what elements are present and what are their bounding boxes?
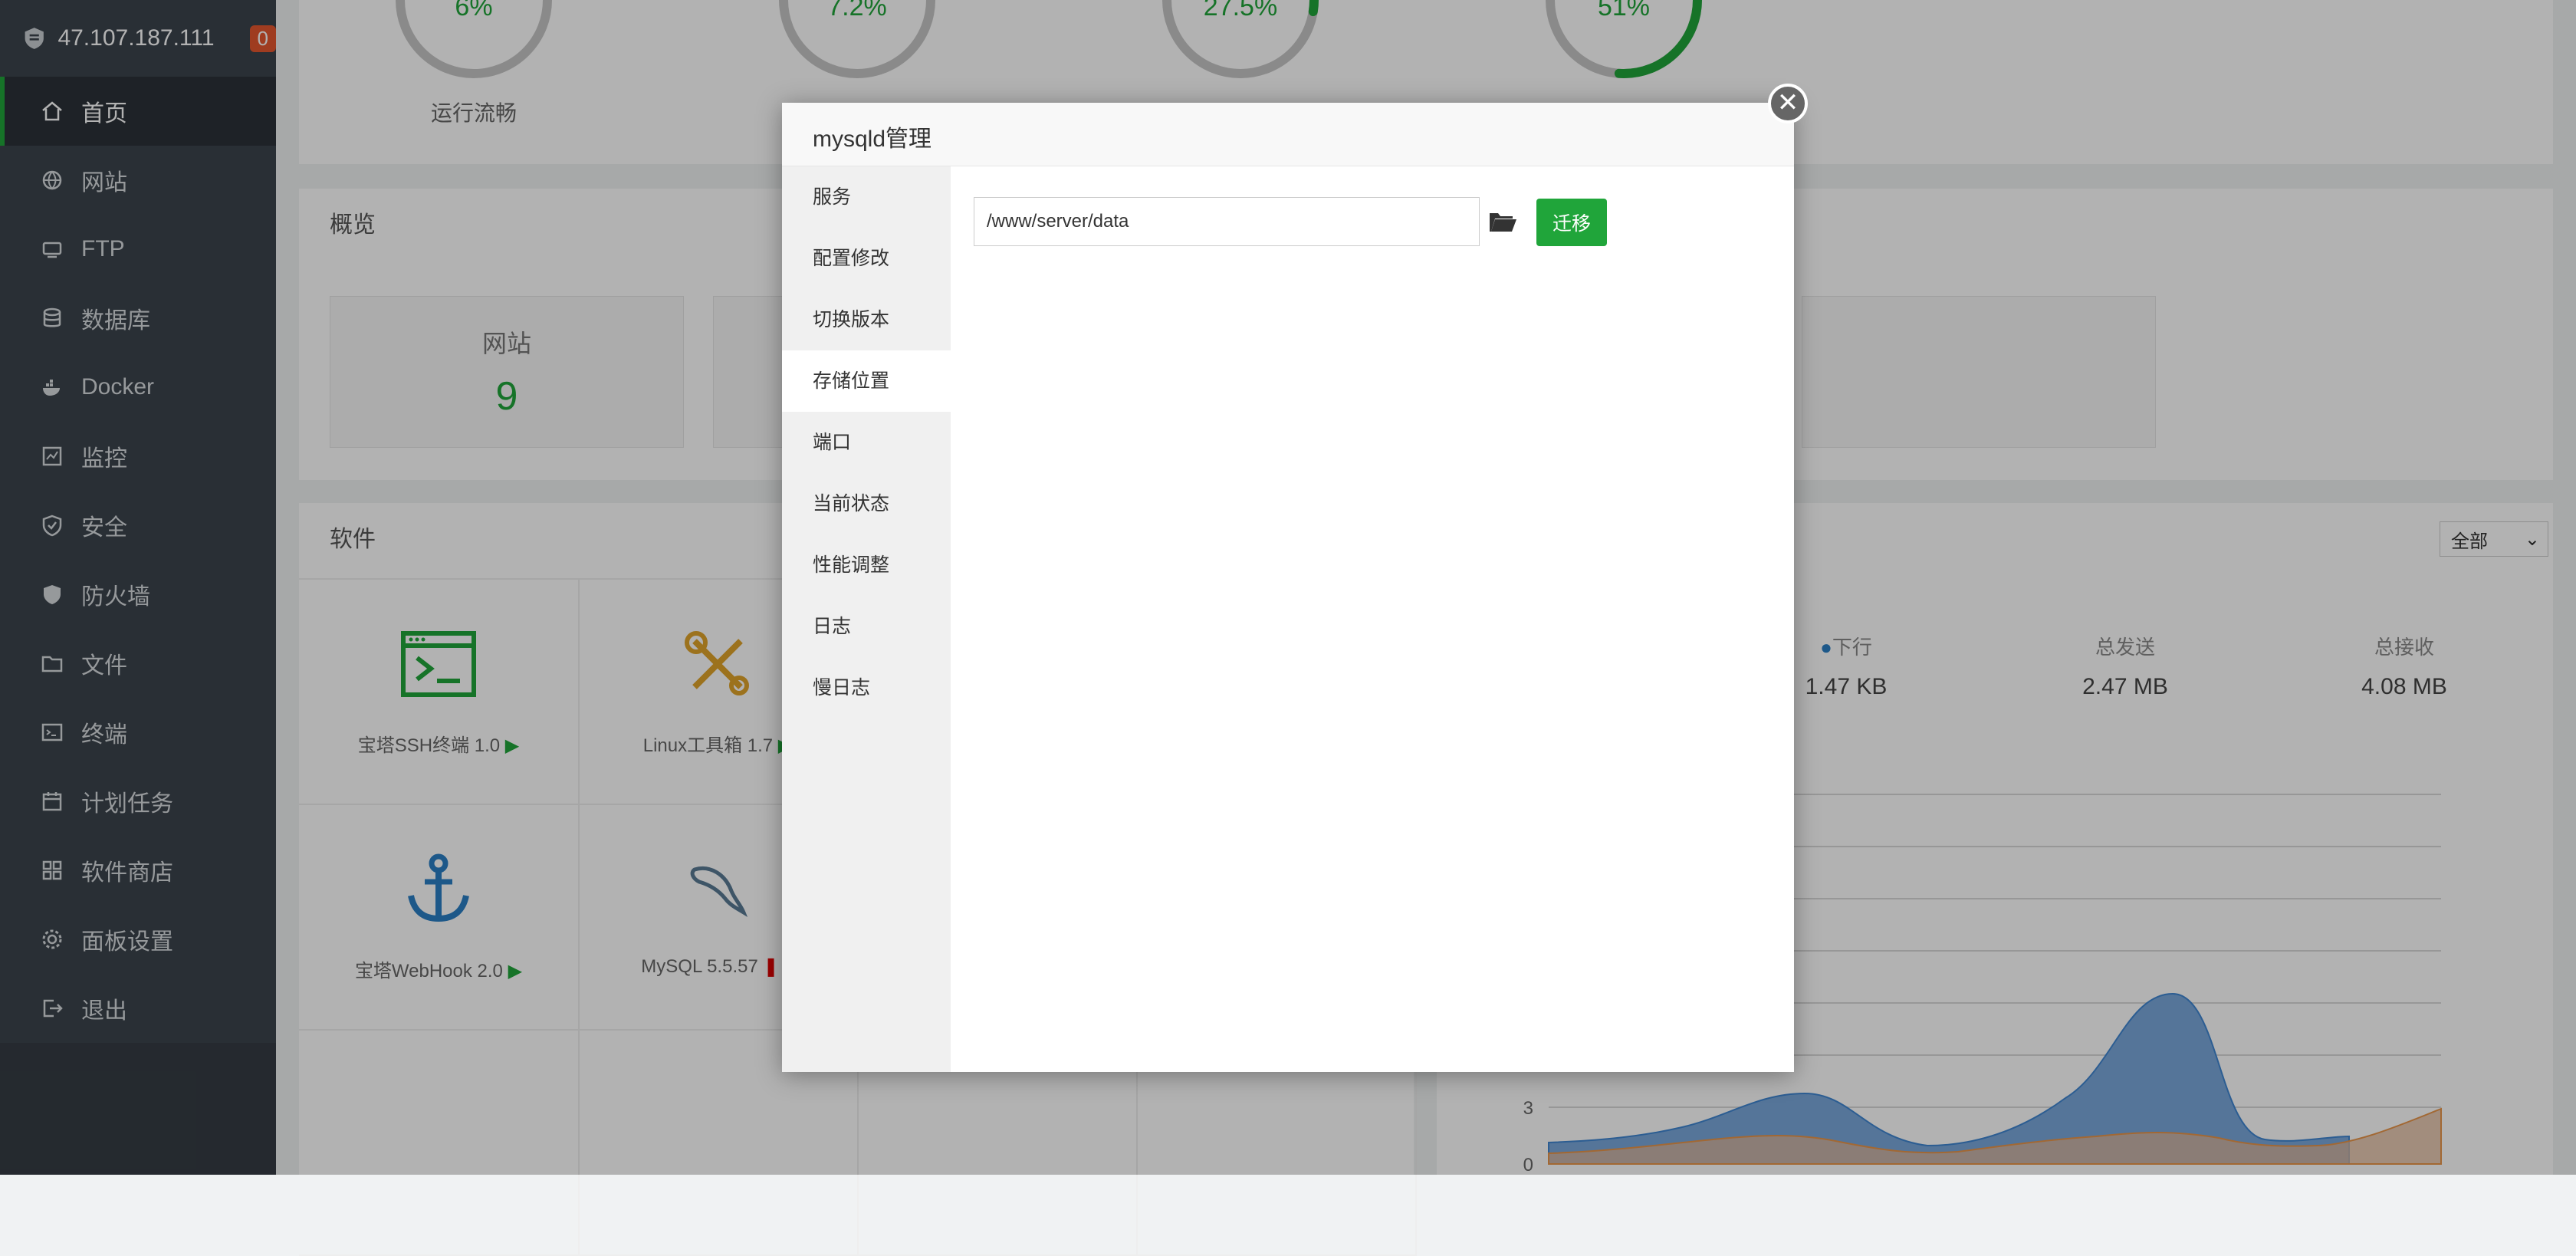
modal-tab-list: 服务 配置修改 切换版本 存储位置 端口 当前状态 性能调整 日志 慢日志 <box>782 166 951 1072</box>
modal-tab[interactable]: 服务 <box>782 166 951 228</box>
modal-tab[interactable]: 当前状态 <box>782 473 951 534</box>
modal-tab[interactable]: 切换版本 <box>782 289 951 350</box>
modal-tab[interactable]: 端口 <box>782 412 951 473</box>
modal-header: mysqld管理 <box>782 103 1794 166</box>
modal-tab[interactable]: 配置修改 <box>782 228 951 289</box>
migrate-button[interactable]: 迁移 <box>1536 199 1607 246</box>
modal-tab[interactable]: 日志 <box>782 596 951 657</box>
mysqld-modal: mysqld管理 ✕ 服务 配置修改 切换版本 存储位置 端口 当前状态 性能调整 日志 慢日志… <box>782 84 1808 1072</box>
modal-body: 迁移 <box>951 166 1794 1072</box>
close-icon[interactable]: ✕ <box>1768 84 1808 123</box>
modal-tab[interactable]: 慢日志 <box>782 657 951 718</box>
modal-tab[interactable]: 性能调整 <box>782 534 951 596</box>
modal-tab[interactable]: 存储位置 <box>782 350 951 412</box>
folder-open-icon[interactable] <box>1487 206 1518 237</box>
data-path-input[interactable] <box>974 197 1480 246</box>
modal-title: mysqld管理 <box>813 127 932 152</box>
